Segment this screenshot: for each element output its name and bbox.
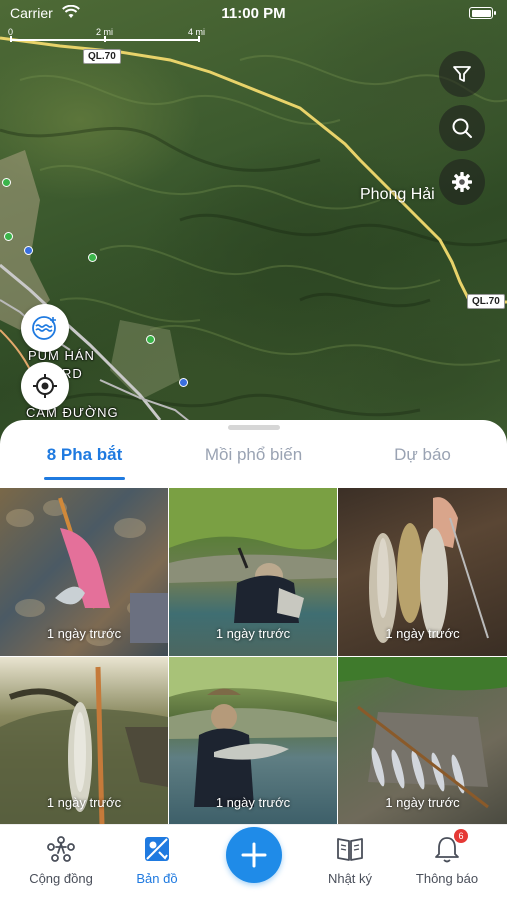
road-label: QL.70 [467,294,505,309]
search-button[interactable] [439,105,485,151]
sheet-tabs: 8 Pha bắt Mồi phổ biến Dự báo [0,438,507,480]
battery-icon [469,7,496,19]
catch-photo[interactable]: 1 ngày trước [338,657,507,825]
catch-photo[interactable]: 1 ngày trước [169,657,337,825]
scale-end: 4 mi [188,27,206,37]
search-icon [452,118,472,138]
community-icon [47,836,75,862]
tab-label: 8 Pha bắt [46,445,123,464]
notification-badge: 6 [454,829,468,843]
locate-button[interactable] [21,362,69,410]
tab-label: Mồi phổ biến [204,445,303,464]
map-view[interactable]: Carrier 11:00 PM 0 2 mi 4 mi QL.70 QL.70… [0,0,507,470]
nav-label: Nhật ký [327,871,373,886]
map-marker[interactable] [88,253,97,262]
filter-icon [453,66,471,82]
filter-button[interactable] [439,51,485,97]
map-marker[interactable] [179,378,188,387]
road-label: QL.70 [83,49,121,64]
nav-map[interactable]: Bản đồ [112,833,202,886]
catch-grid: 1 ngày trước 1 ngày trước 1 ngày trước 1… [0,488,507,825]
gear-icon [452,172,472,192]
nav-label: Cộng đồng [29,871,93,886]
nav-label: Bản đồ [136,871,178,886]
map-marker[interactable] [146,335,155,344]
water-layer-button[interactable] [21,304,69,352]
water-icon [32,316,56,340]
map-scale: 0 2 mi 4 mi [8,27,210,47]
catch-time: 1 ngày trước [385,626,460,641]
add-catch-button[interactable] [226,827,282,883]
tab-popular-bait[interactable]: Mồi phổ biến [169,438,338,480]
tab-label: Dự báo [394,445,451,464]
catch-photo[interactable]: 1 ngày trước [0,657,168,825]
map-terrain [0,36,507,431]
plus-icon [241,842,267,868]
map-marker[interactable] [2,178,11,187]
map-marker[interactable] [24,246,33,255]
settings-button[interactable] [439,159,485,205]
book-icon [337,838,363,861]
catch-photo[interactable]: 1 ngày trước [169,488,337,656]
tab-catches[interactable]: 8 Pha bắt [0,438,169,480]
sheet-handle[interactable] [228,425,280,430]
bottom-nav: Cộng đồng Bản đồ Nhật ký 6 Thông báo [0,824,507,900]
nav-notifications[interactable]: 6 Thông báo [402,829,492,886]
nav-community[interactable]: Cộng đồng [16,833,106,886]
map-icon [145,837,169,861]
place-label-phong-hai[interactable]: Phong Hải [360,186,435,204]
catch-time: 1 ngày trước [215,626,291,641]
nav-label: Thông báo [415,871,479,886]
catch-time: 1 ngày trước [385,795,460,810]
catch-time: 1 ngày trước [46,795,122,810]
locate-icon [33,374,57,398]
catch-photo[interactable]: 1 ngày trước [338,488,507,656]
status-bar: Carrier 11:00 PM [0,0,507,28]
catch-time: 1 ngày trước [46,626,122,641]
clock: 11:00 PM [221,5,286,22]
catch-photo[interactable]: 1 ngày trước [0,488,168,656]
map-marker[interactable] [4,232,13,241]
catch-time: 1 ngày trước [215,795,291,810]
nav-journal[interactable]: Nhật ký [305,833,395,886]
tab-forecast[interactable]: Dự báo [338,438,507,480]
